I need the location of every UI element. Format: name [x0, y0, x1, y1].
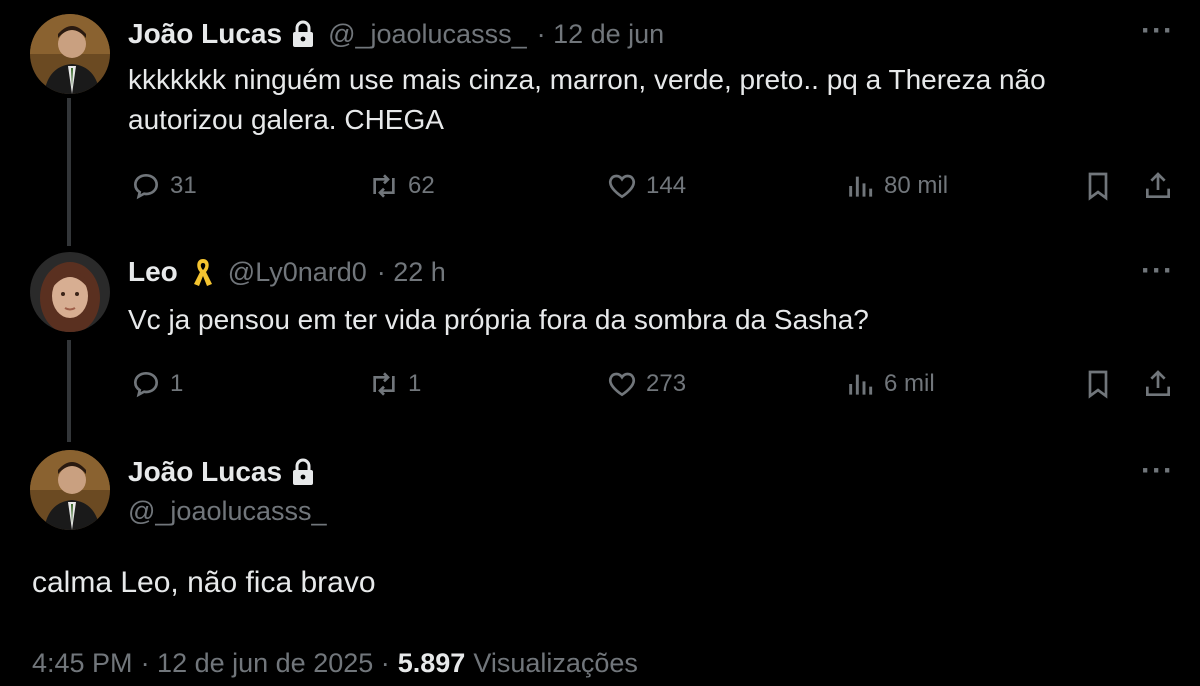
- heart-icon: [608, 174, 636, 199]
- tweet1-author-name[interactable]: João Lucas: [128, 18, 282, 50]
- avatar-leo[interactable]: [30, 252, 110, 332]
- tweet1-like-button[interactable]: 144: [606, 170, 686, 202]
- reply-icon: [133, 173, 159, 200]
- tweet2-author-name[interactable]: Leo: [128, 256, 178, 288]
- thread-line-2: [67, 340, 71, 442]
- tweet1-views-button[interactable]: 80 mil: [844, 170, 948, 202]
- tweet1-reply-button[interactable]: 31: [130, 170, 197, 202]
- tweet1-like-count: 144: [646, 172, 687, 199]
- tweet2-like-count: 273: [646, 370, 687, 397]
- avatar-joao-1[interactable]: [30, 14, 110, 94]
- bookmark-icon: [1088, 172, 1108, 201]
- retweet-icon: [373, 372, 395, 396]
- tweet2-like-button[interactable]: 273: [606, 368, 686, 400]
- tweet1-time[interactable]: · 12 de jun: [537, 19, 665, 50]
- tweet1-text-line1: kkkkkkk ninguém use mais cinza, marron, …: [128, 64, 1046, 95]
- tweet1-reply-count: 31: [170, 172, 197, 199]
- ribbon-icon: [190, 256, 216, 288]
- lock-icon: [290, 458, 316, 486]
- reply-icon: [133, 371, 159, 398]
- tweet1-bookmark-button[interactable]: [1082, 170, 1122, 202]
- tweet1-more-icon[interactable]: ···: [1141, 14, 1174, 48]
- main-time[interactable]: 4:45 PM: [32, 648, 133, 679]
- bookmark-icon: [1088, 370, 1108, 399]
- thread-line-1: [67, 98, 71, 246]
- tweet1-handle[interactable]: @_joaolucasss_: [328, 19, 527, 50]
- avatar-joao-2[interactable]: [30, 450, 110, 530]
- share-icon: [1146, 172, 1170, 198]
- tweet2-retweet-button[interactable]: 1: [368, 368, 421, 400]
- share-icon: [1146, 370, 1170, 396]
- tweet2-views-count: 6 mil: [884, 370, 935, 397]
- main-author-name[interactable]: João Lucas: [128, 456, 282, 488]
- main-handle[interactable]: @_joaolucasss_: [128, 496, 327, 527]
- tweet1-views-count: 80 mil: [884, 172, 949, 199]
- tweet2-reply-button[interactable]: 1: [130, 368, 183, 400]
- tweet2-text: Vc ja pensou em ter vida própria fora da…: [128, 304, 869, 335]
- views-icon: [849, 374, 873, 395]
- main-views-count: 5.897: [397, 648, 466, 678]
- tweet1-share-button[interactable]: [1142, 170, 1182, 202]
- main-views-label: Visualizações: [473, 648, 638, 678]
- heart-icon: [608, 372, 636, 397]
- tweet1-retweet-button[interactable]: 62: [368, 170, 435, 202]
- tweet1-text-line2: autorizou galera. CHEGA: [128, 104, 444, 135]
- views-icon: [849, 176, 873, 197]
- tweet2-handle[interactable]: @Ly0nard0: [228, 257, 367, 288]
- tweet2-reply-count: 1: [170, 370, 184, 397]
- tweet2-bookmark-button[interactable]: [1082, 368, 1122, 400]
- retweet-icon: [373, 174, 395, 198]
- tweet1-retweet-count: 62: [408, 172, 435, 199]
- tweet2-more-icon[interactable]: ···: [1141, 254, 1174, 288]
- main-date[interactable]: · 12 de jun de 2025 ·: [141, 648, 390, 679]
- tweet2-time[interactable]: · 22 h: [377, 257, 446, 288]
- tweet2-share-button[interactable]: [1142, 368, 1182, 400]
- tweet2-retweet-count: 1: [408, 370, 422, 397]
- main-tweet-text: calma Leo, não fica bravo: [32, 566, 376, 599]
- lock-icon: [290, 20, 316, 48]
- main-more-icon[interactable]: ···: [1141, 454, 1174, 488]
- tweet2-views-button[interactable]: 6 mil: [844, 368, 935, 400]
